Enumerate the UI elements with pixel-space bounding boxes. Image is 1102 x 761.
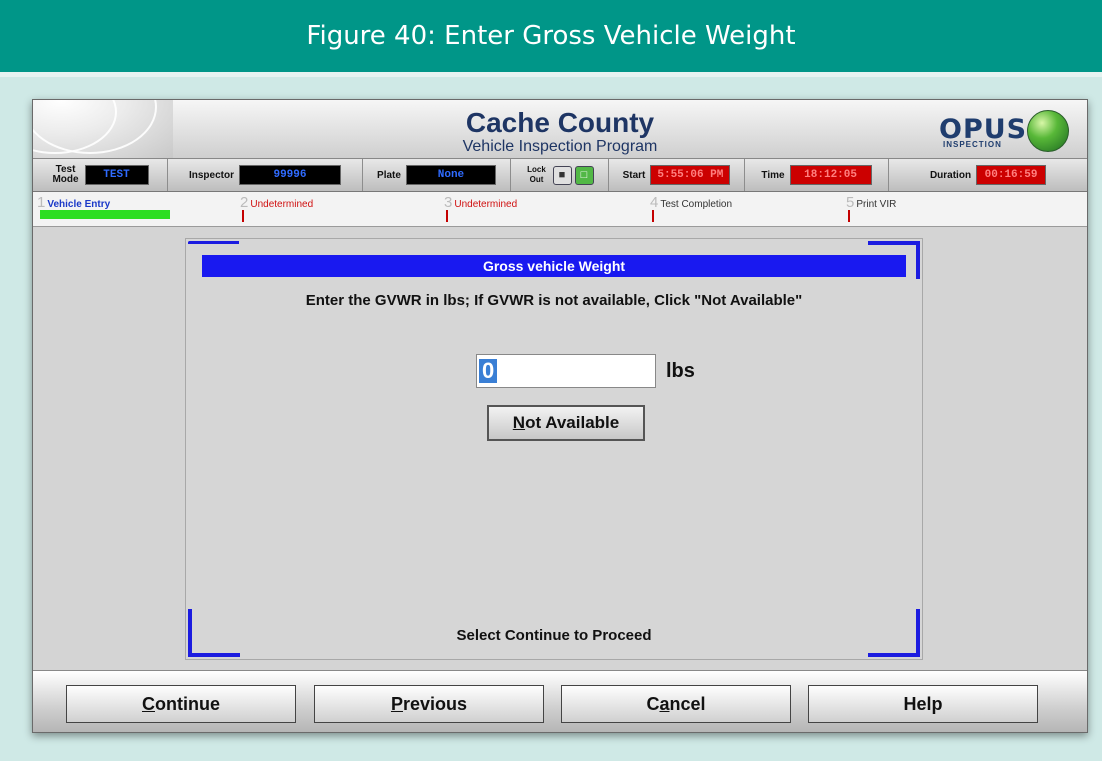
lock-out-cell: Lock Out ■ □ xyxy=(511,159,609,191)
previous-button[interactable]: Previous xyxy=(314,685,544,723)
step-label: Undetermined xyxy=(454,199,518,210)
status-bar: Test Mode TEST Inspector 99996 Plate Non… xyxy=(33,159,1087,192)
not-available-label: ot Available xyxy=(525,413,620,432)
step-tick xyxy=(848,210,850,222)
gvwr-instruction: Enter the GVWR in lbs; If GVWR is not av… xyxy=(305,292,803,309)
cancel-button[interactable]: Ca ncel xyxy=(561,685,791,723)
time-cell: Time 18:12:05 xyxy=(745,159,889,191)
opus-logo: OPUS INSPECTION xyxy=(939,110,1069,152)
start-cell: Start 5:55:06 PM xyxy=(609,159,745,191)
caption-divider xyxy=(0,72,1102,77)
step-number: 5 xyxy=(846,194,855,211)
step-undetermined-3: 3 Undetermined xyxy=(444,194,518,222)
step-label: Test Completion xyxy=(660,199,733,210)
inspector-cell: Inspector 99996 xyxy=(168,159,363,191)
plate-label: Plate xyxy=(377,169,401,181)
step-tick xyxy=(242,210,244,222)
step-undetermined-2: 2 Undetermined xyxy=(240,194,314,222)
step-number: 4 xyxy=(650,194,659,211)
corner-bracket xyxy=(188,241,239,244)
time-label: Time xyxy=(761,169,785,181)
step-label: Vehicle Entry xyxy=(47,199,111,210)
opus-logo-subtext: INSPECTION xyxy=(943,140,1002,149)
step-number: 3 xyxy=(444,194,453,211)
start-value: 5:55:06 PM xyxy=(650,165,731,185)
cancel-accel: a xyxy=(659,693,670,714)
not-available-accel: N xyxy=(512,413,526,432)
plate-cell: Plate None xyxy=(363,159,511,191)
inspector-label: Inspector xyxy=(188,169,234,181)
gvwr-value: 0 xyxy=(479,359,498,383)
continue-label: ontinue xyxy=(155,693,220,714)
inspector-value: 99996 xyxy=(239,165,341,185)
gvwr-panel: Gross vehicle Weight Enter the GVWR in l… xyxy=(185,238,923,660)
help-label: Help xyxy=(903,693,943,714)
cancel-label-start: C xyxy=(646,693,660,714)
plate-value: None xyxy=(405,165,496,185)
duration-cell: Duration 00:16:59 xyxy=(889,159,1087,191)
gvwr-input-row: 0 lbs xyxy=(476,354,695,388)
step-label: Print VIR xyxy=(856,199,897,210)
step-tick xyxy=(652,210,654,222)
previous-label: revious xyxy=(402,693,468,714)
duration-value: 00:16:59 xyxy=(976,165,1047,185)
app-title: Cache County xyxy=(465,107,655,138)
continue-accel: C xyxy=(142,693,155,714)
help-button[interactable]: Help xyxy=(808,685,1038,723)
cancel-label-end: ncel xyxy=(669,693,706,714)
step-number: 1 xyxy=(37,194,46,211)
lock-out-label: Lock Out xyxy=(527,165,546,184)
duration-label: Duration xyxy=(929,169,972,181)
step-tick xyxy=(446,210,448,222)
proceed-hint: Select Continue to Proceed xyxy=(456,627,652,644)
lock-closed-icon[interactable]: ■ xyxy=(552,165,572,185)
figure-caption: Figure 40: Enter Gross Vehicle Weight xyxy=(0,0,1102,72)
start-label: Start xyxy=(622,169,646,181)
step-number: 2 xyxy=(240,194,249,211)
test-mode-cell: Test Mode TEST xyxy=(33,159,168,191)
footer-toolbar: Continue Previous Ca ncel Help xyxy=(33,670,1087,732)
previous-accel: P xyxy=(390,693,403,714)
progress-steps: 1 Vehicle Entry 2 Undetermined 3 Undetermin… xyxy=(33,192,1087,227)
progress-bar-fill xyxy=(40,210,170,219)
gvwr-input[interactable]: 0 xyxy=(476,354,656,388)
globe-icon xyxy=(1027,110,1069,152)
continue-button[interactable]: Continue xyxy=(66,685,296,723)
not-available-button[interactable]: Not Available xyxy=(487,405,645,441)
time-value: 18:12:05 xyxy=(789,165,872,185)
gvwr-unit: lbs xyxy=(666,359,695,382)
lock-open-icon[interactable]: □ xyxy=(574,165,594,185)
panel-heading: Gross vehicle Weight xyxy=(202,255,906,277)
app-header: Cache County Vehicle Inspection Program … xyxy=(33,100,1087,159)
step-print-vir: 5 Print VIR xyxy=(846,194,897,222)
app-subtitle: Vehicle Inspection Program xyxy=(462,138,658,155)
test-mode-label: Test Mode xyxy=(52,164,79,185)
step-label: Undetermined xyxy=(250,199,314,210)
test-mode-value: TEST xyxy=(84,165,149,185)
step-test-completion: 4 Test Completion xyxy=(650,194,733,222)
step-vehicle-entry: 1 Vehicle Entry xyxy=(37,194,110,211)
app-title-block: Cache County Vehicle Inspection Program xyxy=(33,108,1087,156)
app-window: Cache County Vehicle Inspection Program … xyxy=(32,99,1088,733)
